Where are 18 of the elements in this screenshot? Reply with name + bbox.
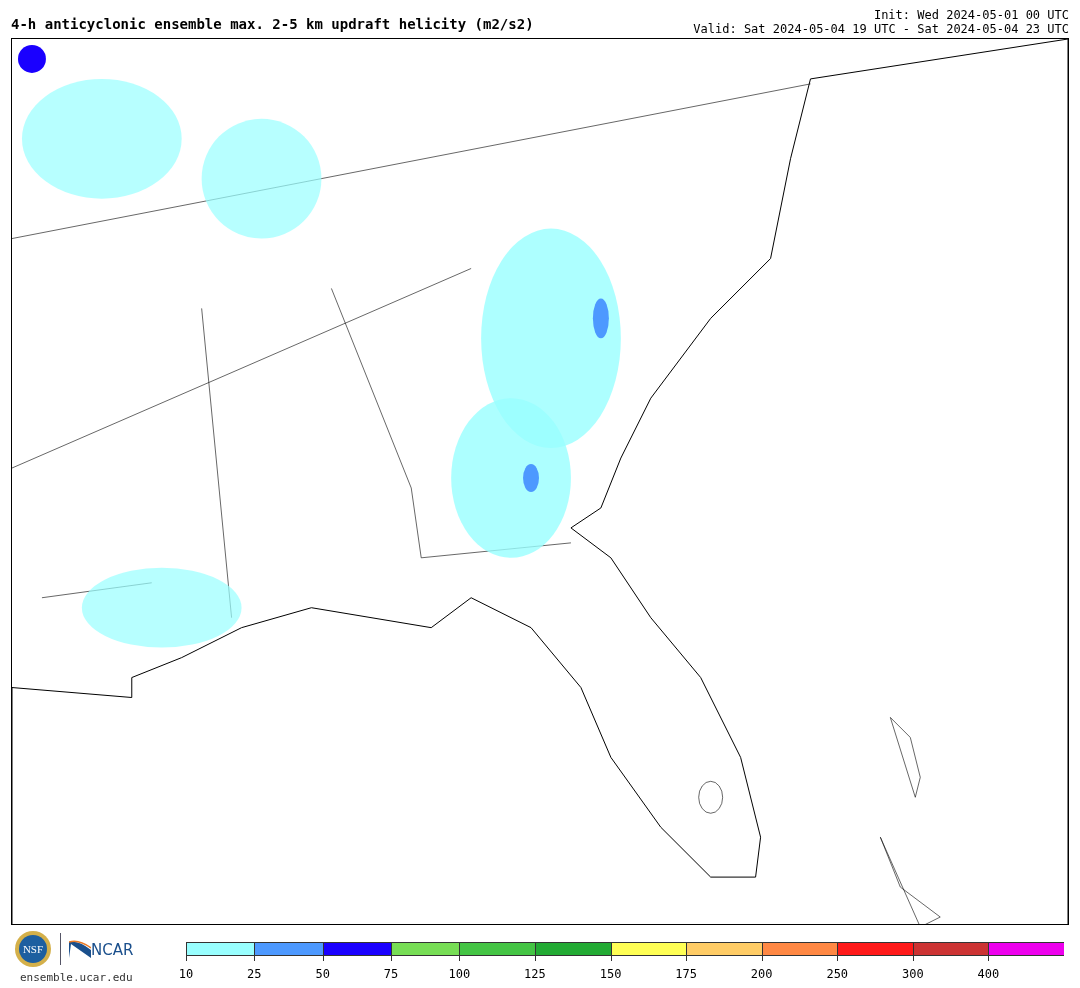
scale-label: 125 (524, 966, 546, 983)
scale-label: 200 (750, 966, 773, 983)
scale-label: 10 (178, 966, 194, 983)
ncar-logo: NCAR (69, 940, 134, 958)
nsf-logo: NSF (14, 930, 52, 968)
init-time: Init: Wed 2024-05-01 00 UTC (872, 7, 1069, 22)
chart-title: 4-h anticyclonic ensemble max. 2-5 km updraft helicity (m2/s2) (11, 15, 534, 34)
ncar-swoosh-icon (69, 940, 91, 958)
scale-label: 400 (977, 966, 1000, 983)
scale-label: 175 (675, 966, 697, 983)
valid-time: Valid: Sat 2024-05-04 19 UTC - Sat 2024-05-04 23 UTC (693, 22, 1069, 36)
scale-label: 50 (315, 966, 330, 983)
scale-label: 300 (902, 966, 924, 983)
scale-label: 25 (247, 966, 262, 983)
scale-label: 250 (826, 966, 849, 983)
scale-label: 150 (599, 966, 622, 983)
scale-label: 75 (383, 966, 399, 983)
scale-label: 100 (448, 966, 471, 983)
